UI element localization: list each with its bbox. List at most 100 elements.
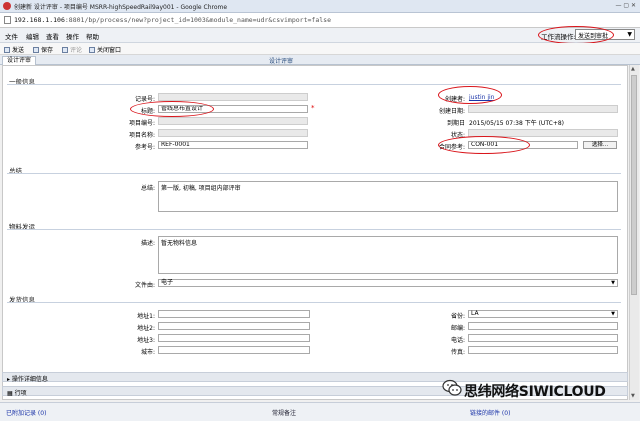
description-label: 描述: <box>140 240 155 247</box>
created-date-label: 创建日期: <box>438 108 465 115</box>
workflow-select[interactable]: 发送到审批 ▼ <box>575 29 635 40</box>
address2-field[interactable] <box>158 322 310 330</box>
save-label: 保存 <box>41 47 54 54</box>
chat-logo-icon <box>442 379 462 396</box>
send-icon <box>4 47 10 53</box>
section-divider <box>7 229 621 230</box>
chrome-icon <box>3 2 11 10</box>
url-host: 192.168.1.106 <box>14 16 65 24</box>
section-divider <box>7 84 621 85</box>
page-icon <box>4 16 11 24</box>
project-no-field <box>158 117 308 125</box>
window-titlebar: 创建新 设计评审 - 项目编号 MSRR-highSpeedRail9ay001… <box>0 0 640 13</box>
summary-label: 总结: <box>140 185 155 192</box>
chevron-down-icon: ▼ <box>611 311 615 317</box>
address1-label: 地址1: <box>137 313 155 320</box>
send-button[interactable]: 发送 <box>4 45 24 54</box>
tab-design-review[interactable]: 设计评审 <box>2 56 37 65</box>
close-window-icon <box>89 47 95 53</box>
address3-label: 地址3: <box>137 337 155 344</box>
status-field <box>468 129 618 137</box>
province-label: 省份: <box>450 313 465 320</box>
phone-field[interactable] <box>468 334 618 342</box>
creator-link[interactable]: justin jin <box>469 94 494 101</box>
description-textarea[interactable]: 暂无物料信息 <box>158 236 618 274</box>
title-field[interactable]: 管线总布置设计 <box>158 105 308 113</box>
phone-label: 电话: <box>450 337 465 344</box>
ref-field[interactable]: REF-0001 <box>158 141 308 149</box>
due-label: 到期日 <box>446 120 465 127</box>
chevron-down-icon: ▼ <box>611 280 615 286</box>
comment-icon <box>62 47 68 53</box>
project-name-field <box>158 129 308 137</box>
created-date-field <box>468 105 618 113</box>
province-select-value: LA <box>471 310 479 317</box>
required-marker: * <box>311 104 315 112</box>
filetype-select[interactable]: 电子 ▼ <box>158 279 618 287</box>
zip-label: 邮编: <box>450 325 465 332</box>
filetype-select-value: 电子 <box>161 279 174 286</box>
send-label: 发送 <box>12 47 25 54</box>
form-content: 一般信息 记录号: 标题: 管线总布置设计 * 项目编号: 项目名称: 参考号:… <box>2 65 628 400</box>
bottom-link-bar: 已附加记录 (0) 常规备注 链接的邮件 (0) <box>0 402 640 421</box>
project-name-label: 项目名称: <box>128 132 155 139</box>
document-tabs: 设计评审 设计评审 <box>0 55 640 65</box>
linked-mail-link[interactable]: 链接的邮件 (0) <box>470 408 510 417</box>
chevron-down-icon: ▼ <box>627 31 632 38</box>
url-text[interactable]: 192.168.1.106:8801/bp/process/new?projec… <box>14 16 331 24</box>
province-select[interactable]: LA ▼ <box>468 310 618 318</box>
address2-label: 地址2: <box>137 325 155 332</box>
close-window-button[interactable]: 关闭窗口 <box>89 45 121 54</box>
workflow-select-value: 发送到审批 <box>578 33 609 40</box>
menu-edit[interactable]: 编辑 <box>26 31 39 41</box>
project-no-label: 项目编号: <box>128 120 155 127</box>
record-no-field <box>158 93 308 101</box>
vertical-scrollbar[interactable]: ▲ ▼ <box>629 65 639 400</box>
menu-view[interactable]: 查看 <box>46 31 59 41</box>
menu-file[interactable]: 文件 <box>5 31 18 41</box>
select-button[interactable]: 选择... <box>583 141 617 149</box>
city-label: 城市: <box>140 349 155 356</box>
window-controls[interactable]: — ▢ ✕ <box>615 2 636 9</box>
watermark-text: 思纬网络SIWICLOUD <box>464 384 606 400</box>
scroll-thumb[interactable] <box>631 75 637 295</box>
save-icon <box>33 47 39 53</box>
summary-textarea[interactable]: 第一版, 初稿, 项目组内部评审 <box>158 181 618 212</box>
creator-label: 创建者: <box>444 96 465 103</box>
general-notes-link[interactable]: 常规备注 <box>272 408 296 417</box>
menu-actions[interactable]: 操作 <box>66 31 79 41</box>
contract-field[interactable]: CON-001 <box>468 141 578 149</box>
filetype-label: 文件由: <box>134 282 155 289</box>
fax-label: 传真: <box>450 349 465 356</box>
comment-label: 评论 <box>70 47 83 54</box>
save-button[interactable]: 保存 <box>33 45 53 54</box>
address1-field[interactable] <box>158 310 310 318</box>
address3-field[interactable] <box>158 334 310 342</box>
city-field[interactable] <box>158 346 310 354</box>
due-value: 2015/05/15 07:38 下午 (UTC+8) <box>469 120 565 127</box>
address-bar[interactable]: 192.168.1.106:8801/bp/process/new?projec… <box>0 13 640 28</box>
section-divider <box>7 173 621 174</box>
record-no-label: 记录号: <box>134 96 155 103</box>
ref-label: 参考号: <box>134 144 155 151</box>
comment-button[interactable]: 评论 <box>62 45 82 54</box>
form-title: 设计评审 <box>269 58 294 65</box>
operation-details-title: 操作详细信息 <box>11 376 48 383</box>
close-window-label: 关闭窗口 <box>97 47 122 54</box>
menu-bar: 文件 编辑 查看 操作 帮助 工作流操作: 发送到审批 ▼ <box>0 28 640 43</box>
toolbar: 发送 保存 评论 关闭窗口 <box>0 43 640 55</box>
grid-icon: ▦ <box>7 390 15 397</box>
section-divider <box>7 302 621 303</box>
contract-label: 合同参考: <box>438 144 465 151</box>
zip-field[interactable] <box>468 322 618 330</box>
scroll-up-icon[interactable]: ▲ <box>631 66 635 72</box>
title-label: 标题: <box>140 108 155 115</box>
status-label: 状态: <box>450 132 465 139</box>
workflow-label: 工作流操作: <box>541 33 576 41</box>
window-title: 创建新 设计评审 - 项目编号 MSRR-highSpeedRail9ay001… <box>14 4 228 11</box>
attached-records-link[interactable]: 已附加记录 (0) <box>6 408 46 417</box>
menu-help[interactable]: 帮助 <box>86 31 99 41</box>
scroll-down-icon[interactable]: ▼ <box>631 393 635 399</box>
url-path: :8801/bp/process/new?project_id=1003&mod… <box>64 16 331 24</box>
fax-field[interactable] <box>468 346 618 354</box>
